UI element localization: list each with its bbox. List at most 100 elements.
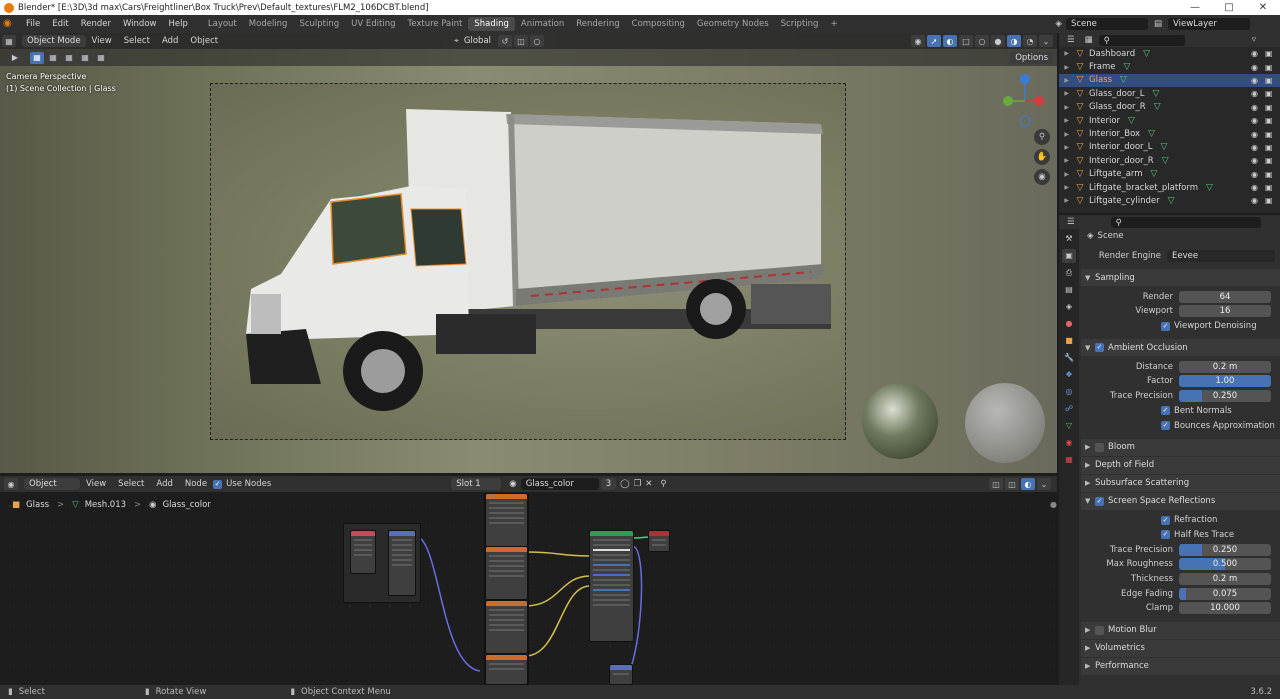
render-camera-icon[interactable]: ▣ <box>1265 116 1273 125</box>
eye-icon[interactable]: ◉ <box>1251 170 1258 179</box>
bounces-approx-checkbox[interactable]: ✓ <box>1161 421 1170 431</box>
image-texture-node-1[interactable] <box>485 493 528 547</box>
normal-map-node[interactable] <box>609 664 633 685</box>
maximize-icon[interactable]: □ <box>1212 2 1246 13</box>
render-camera-icon[interactable]: ▣ <box>1265 89 1273 98</box>
3d-viewport[interactable]: ▦ Object Mode View Select Add Object ⌖ G… <box>0 33 1057 473</box>
vp-menu-view[interactable]: View <box>86 36 118 46</box>
scene-tab-icon[interactable]: ◈ <box>1062 300 1076 314</box>
overlay-icon[interactable]: ◐ <box>943 35 957 47</box>
outliner-item-interior-door-l[interactable]: ▶ ▽ Interior_door_L ▽ ◉ ▣ <box>1059 141 1280 154</box>
outliner-item-frame[interactable]: ▶ ▽ Frame ▽ ◉ ▣ <box>1059 60 1280 73</box>
particles-tab-icon[interactable]: ❖ <box>1062 368 1076 382</box>
eye-icon[interactable]: ◉ <box>1251 116 1258 125</box>
pivot-icon[interactable]: ↺ <box>498 35 513 47</box>
texture-tab-icon[interactable]: ▦ <box>1062 453 1076 467</box>
sss-panel-header[interactable]: ▶ Subsurface Scattering <box>1081 474 1280 492</box>
xray-icon[interactable]: □ <box>959 35 973 47</box>
tool-select-icon[interactable]: ▶ <box>8 51 22 64</box>
ssr-trace-precision-slider[interactable]: 0.250 <box>1179 543 1271 556</box>
tab-texture-paint[interactable]: Texture Paint <box>402 17 469 31</box>
tab-scripting[interactable]: Scripting <box>775 17 825 31</box>
dof-panel-header[interactable]: ▶ Depth of Field <box>1081 456 1280 474</box>
node-editor-scroll-icon[interactable]: ● <box>1050 500 1057 509</box>
render-camera-icon[interactable]: ▣ <box>1265 183 1273 192</box>
render-camera-icon[interactable]: ▣ <box>1265 156 1273 165</box>
close-icon[interactable]: ✕ <box>1246 2 1280 13</box>
select-extend-icon[interactable]: ▦ <box>46 51 60 64</box>
mapping-node[interactable] <box>388 530 416 596</box>
tab-uv-editing[interactable]: UV Editing <box>345 17 401 31</box>
menu-file[interactable]: File <box>20 19 46 29</box>
scene-field[interactable]: Scene <box>1065 18 1148 30</box>
ao-distance-field[interactable]: 0.2 m <box>1179 360 1271 373</box>
tab-geometry-nodes[interactable]: Geometry Nodes <box>691 17 775 31</box>
camera-view-icon[interactable]: ◉ <box>1034 169 1050 185</box>
properties-search-input[interactable]: ⚲ <box>1110 216 1261 228</box>
menu-edit[interactable]: Edit <box>46 19 74 29</box>
outliner-item-liftgate-arm[interactable]: ▶ ▽ Liftgate_arm ▽ ◉ ▣ <box>1059 168 1280 181</box>
eye-icon[interactable]: ◉ <box>1251 89 1258 98</box>
ao-enable-checkbox[interactable]: ✓ <box>1095 343 1104 353</box>
visibility-icon[interactable]: ◉ <box>911 35 925 47</box>
shading-solid-icon[interactable]: ● <box>991 35 1005 47</box>
snap-icon[interactable]: ◫ <box>514 35 529 47</box>
eye-icon[interactable]: ◉ <box>1251 103 1258 112</box>
options-dropdown[interactable]: Options <box>1010 51 1053 64</box>
outliner-item-glass[interactable]: ▶ ▽ Glass ▽ ◉ ▣ <box>1059 73 1280 88</box>
render-camera-icon[interactable]: ▣ <box>1265 103 1273 112</box>
select-subtract-icon[interactable]: ▦ <box>62 51 76 64</box>
outliner-item-interior-box[interactable]: ▶ ▽ Interior_Box ▽ ◉ ▣ <box>1059 127 1280 140</box>
menu-window[interactable]: Window <box>117 19 163 29</box>
ao-panel-header[interactable]: ▼ ✓ Ambient Occlusion <box>1081 339 1280 357</box>
image-texture-node-4[interactable] <box>485 654 528 685</box>
tab-sculpting[interactable]: Sculpting <box>293 17 345 31</box>
eye-icon[interactable]: ◉ <box>1251 76 1258 85</box>
pan-hand-icon[interactable]: ✋ <box>1034 149 1050 165</box>
texture-coordinate-node[interactable] <box>350 530 376 574</box>
thickness-field[interactable]: 0.2 m <box>1179 572 1271 585</box>
motion-blur-panel-header[interactable]: ▶ Motion Blur <box>1081 621 1280 639</box>
data-tab-icon[interactable]: ▽ <box>1062 419 1076 433</box>
render-camera-icon[interactable]: ▣ <box>1265 130 1273 139</box>
shader-node-editor[interactable]: ◉ Object View Select Add Node ✓ Use Nodes… <box>0 476 1057 685</box>
material-output-node[interactable] <box>648 530 670 552</box>
sampling-panel-header[interactable]: ▼ Sampling <box>1081 269 1280 287</box>
eye-icon[interactable]: ◉ <box>1251 63 1258 72</box>
mode-dropdown[interactable]: Object Mode <box>22 35 86 47</box>
image-texture-node-3[interactable] <box>485 600 528 654</box>
clamp-field[interactable]: 10.000 <box>1179 602 1271 615</box>
material-tab-icon[interactable]: ◉ <box>1062 436 1076 450</box>
gizmo-icon[interactable]: ➚ <box>927 35 941 47</box>
outliner-item-glass-door-l[interactable]: ▶ ▽ Glass_door_L ▽ ◉ ▣ <box>1059 87 1280 100</box>
menu-help[interactable]: Help <box>162 19 193 29</box>
tab-rendering[interactable]: Rendering <box>570 17 625 31</box>
tab-animation[interactable]: Animation <box>515 17 570 31</box>
render-camera-icon[interactable]: ▣ <box>1265 63 1273 72</box>
outliner-item-glass-door-r[interactable]: ▶ ▽ Glass_door_R ▽ ◉ ▣ <box>1059 101 1280 114</box>
tool-tab-icon[interactable]: ⚒ <box>1062 232 1076 246</box>
motion-blur-checkbox[interactable] <box>1095 625 1104 635</box>
performance-panel-header[interactable]: ▶ Performance <box>1081 657 1280 675</box>
outliner-item-interior[interactable]: ▶ ▽ Interior ▽ ◉ ▣ <box>1059 114 1280 127</box>
menu-render[interactable]: Render <box>75 19 117 29</box>
scene-icon[interactable]: ◈ <box>1055 19 1062 29</box>
outliner-item-dashboard[interactable]: ▶ ▽ Dashboard ▽ ◉ ▣ <box>1059 47 1280 60</box>
render-camera-icon[interactable]: ▣ <box>1265 196 1273 205</box>
max-roughness-slider[interactable]: 0.500 <box>1179 558 1271 571</box>
ssr-panel-header[interactable]: ▼ ✓ Screen Space Reflections <box>1081 492 1280 510</box>
select-new-icon[interactable]: ▦ <box>30 51 44 64</box>
ao-trace-precision-slider[interactable]: 0.250 <box>1179 390 1271 403</box>
tab-layout[interactable]: Layout <box>202 17 243 31</box>
eye-icon[interactable]: ◉ <box>1251 130 1258 139</box>
shading-options-icon[interactable]: ⌄ <box>1039 35 1053 47</box>
bent-normals-checkbox[interactable]: ✓ <box>1161 406 1170 416</box>
tab-compositing[interactable]: Compositing <box>626 17 691 31</box>
shading-render-icon[interactable]: ◔ <box>1023 35 1037 47</box>
display-mode-icon[interactable]: ▦ <box>1085 35 1093 45</box>
render-camera-icon[interactable]: ▣ <box>1265 49 1273 58</box>
vp-menu-object[interactable]: Object <box>184 36 224 46</box>
view-layer-tab-icon[interactable]: ▤ <box>1062 283 1076 297</box>
eye-icon[interactable]: ◉ <box>1251 49 1258 58</box>
outliner-search-input[interactable]: ⚲ <box>1098 34 1185 46</box>
